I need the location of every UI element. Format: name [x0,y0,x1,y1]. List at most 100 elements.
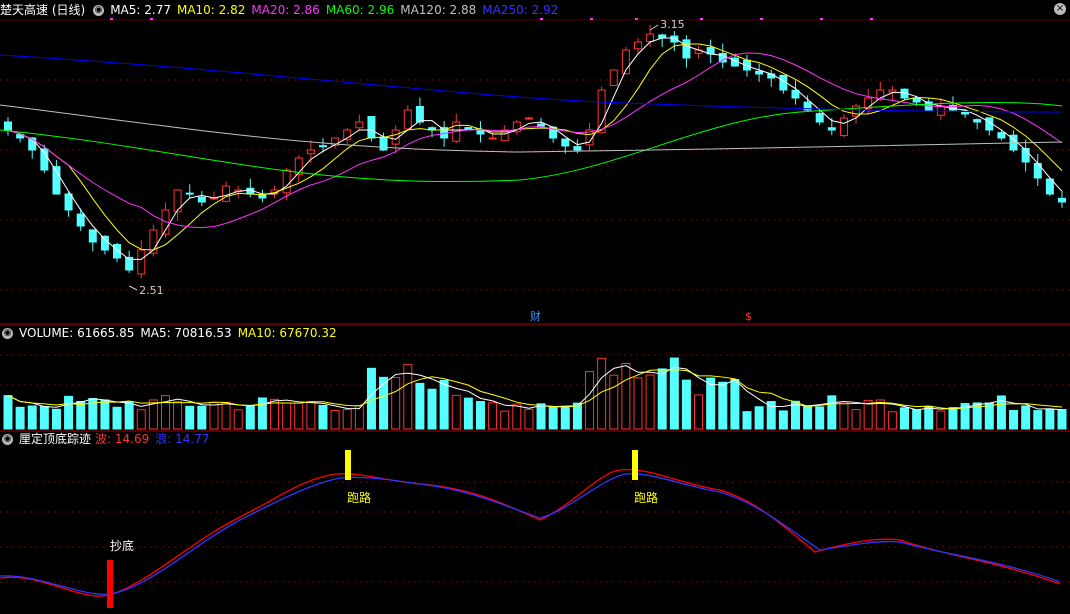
volume-bar [245,404,255,430]
volume-bar [233,409,243,430]
candle-body [852,105,861,117]
settings-circle-icon[interactable]: ◉ [2,434,13,445]
volume-bar [463,397,473,430]
candle-body [88,229,97,243]
candle-body [936,105,945,116]
volume-bar [1057,408,1067,430]
volume-bar [778,410,788,430]
top-marker [820,18,823,20]
candle-body [197,196,206,203]
volume-bar [875,399,885,430]
event-cai-marker: 财 [530,309,541,323]
volume-bar [451,394,461,430]
volume-bar [803,405,813,430]
candle-body [185,192,194,195]
ma-label-4: MA120: 2.88 [400,3,477,17]
candle-body [839,117,848,137]
volume-bar [706,377,716,430]
candle-body [609,69,618,86]
volume-bar [51,408,61,430]
volume-bar [330,410,340,430]
volume-bar [3,395,13,430]
ind-label-1: 浪: 14.77 [155,432,210,446]
volume-bar [681,379,691,430]
event-dollar-marker: $ [745,310,752,323]
volume-bar [512,403,522,430]
candle-body [403,109,412,130]
volume-bar [730,378,740,430]
volume-bar [112,406,122,430]
candle-body [4,121,12,131]
candle-body [561,138,570,147]
candle-body [488,137,497,140]
volume-bar [924,405,934,430]
candle-body [173,189,182,213]
candle-body [76,213,85,227]
volume-bar [136,409,146,430]
volume-bar [488,402,498,430]
buy-signal-bar [107,560,113,608]
vol-label-0: VOLUME: 61665.85 [19,326,135,340]
price-pane[interactable]: 3.15 2.51 财 $ 楚天高速 (日线) ◉ MA5: 2.77 MA10: 2.82… [0,0,1070,325]
volume-bar [633,377,643,430]
candle-body [682,39,691,59]
volume-bar [609,374,619,430]
low-label: 2.51 [139,284,164,297]
candle-body [318,145,327,148]
volume-bar [27,405,37,430]
volume-bar [427,388,437,430]
candle-body [137,249,146,275]
volume-bar [657,368,667,430]
volume-pane[interactable]: ◉ VOLUME: 61665.85 MA5: 70816.53 MA10: 6767… [0,325,1070,432]
indicator-pane[interactable]: 抄底 跑路 跑路 ◉ 厘定顶底踪迹 波: 14.69 浪: 14.77 [0,432,1070,614]
volume-bar [391,377,401,430]
indicator-bg [0,432,1070,614]
volume-bar [948,407,958,430]
top-marker [590,18,593,20]
ma-label-2: MA20: 2.86 [251,3,320,17]
volume-bar [827,395,837,430]
volume-bar [839,401,849,430]
settings-circle-icon[interactable]: ◉ [2,328,13,339]
candle-body [222,185,231,202]
sell-signal-label-2: 跑路 [634,490,658,505]
vol-label-1: MA5: 70816.53 [140,326,232,340]
volume-bar [815,406,825,430]
candle-body [367,116,376,139]
volume-bar [354,405,364,430]
candle-body [767,73,776,79]
volume-bar [900,407,910,430]
volume-bar [475,401,485,430]
candle-body [415,105,424,123]
volume-bar [124,401,134,430]
volume-bar [100,399,110,430]
volume-bar [742,411,752,430]
candle-body [537,123,546,127]
indicator-title: 厘定顶底踪迹 [19,432,92,446]
volume-bar [694,394,704,430]
volume-bar [524,408,534,430]
volume-bar [439,379,449,430]
candle-body [973,119,982,123]
volume-bar [270,398,280,430]
close-icon[interactable]: × [1054,3,1066,15]
volume-bar [560,407,570,430]
top-marker [870,18,873,20]
price-legend: 楚天高速 (日线) ◉ MA5: 2.77 MA10: 2.82 MA20: 2.86 M… [0,0,570,20]
candle-body [258,194,267,199]
volume-bar [621,363,631,430]
candle-body [791,89,800,99]
stock-name: 楚天高速 (日线) [0,3,86,17]
volume-bar [851,409,861,430]
volume-bar [415,382,425,430]
vol-label-2: MA10: 67670.32 [237,326,337,340]
volume-bar [76,400,86,430]
volume-bar [887,411,897,430]
volume-bar [15,406,25,430]
volume-bar [282,402,292,430]
indicator-legend: ◉ 厘定顶底踪迹 波: 14.69 浪: 14.77 [0,429,221,449]
volume-bar [306,401,316,430]
volume-legend: ◉ VOLUME: 61665.85 MA5: 70816.53 MA10: 6767… [0,323,349,343]
settings-circle-icon[interactable]: ◉ [93,5,105,16]
candle-body [633,41,642,50]
